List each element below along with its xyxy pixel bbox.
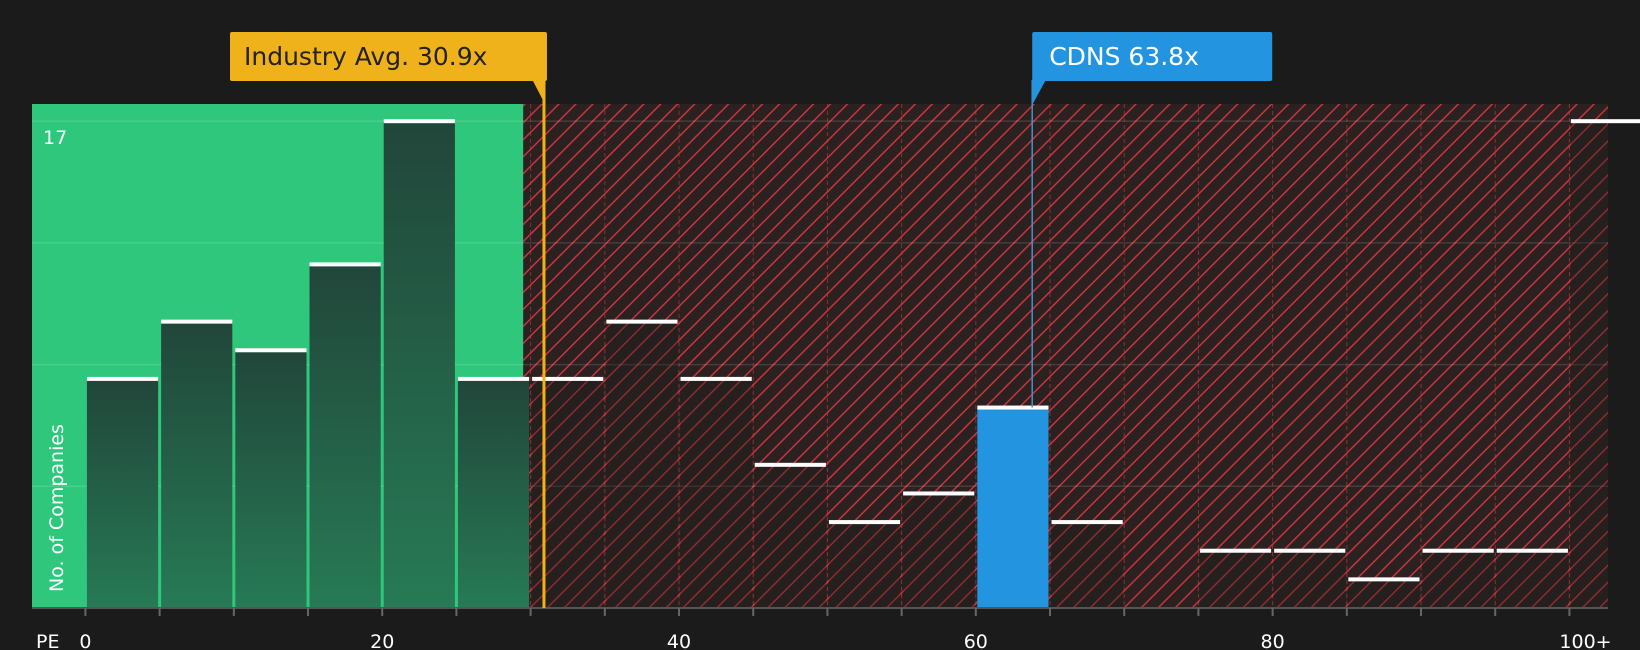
bar-top-cap [309, 262, 381, 267]
histogram-bar [235, 350, 307, 608]
histogram-bar [1274, 550, 1346, 608]
histogram-bar [828, 522, 901, 608]
bar-top-cap [1274, 548, 1346, 553]
company-pe-label: CDNS 63.8x [1049, 42, 1199, 71]
histogram-bar [606, 321, 678, 608]
x-tick-label: 80 [1261, 631, 1285, 650]
histogram-bar [457, 378, 530, 608]
bar-top-cap [86, 376, 159, 381]
x-axis-label: PE [36, 631, 59, 650]
histogram-bar [754, 464, 826, 608]
bar-top-cap [1422, 548, 1494, 553]
histogram-bar [1422, 550, 1494, 608]
company-bin-bar [977, 407, 1049, 608]
bar-top-cap [903, 491, 975, 496]
x-tick-label: 40 [667, 631, 691, 650]
industry-avg-label: Industry Avg. 30.9x [244, 42, 487, 71]
bar-top-cap [1348, 577, 1420, 582]
x-axis-ticks: 0 20 40 60 80 100+ [79, 608, 1612, 650]
x-tick-label: 60 [964, 631, 988, 650]
y-axis-label: No. of Companies [46, 424, 68, 592]
histogram-bar [161, 321, 233, 608]
company-pe-callout: CDNS 63.8x [1032, 32, 1273, 105]
x-tick-label: 20 [370, 631, 394, 650]
x-tick-label: 0 [79, 631, 91, 650]
histogram-bar [680, 378, 752, 608]
x-tick-label: 100+ [1559, 631, 1611, 650]
pe-distribution-chart: 0 20 40 60 80 100+ 17 No. of Companies PE Ind… [32, 32, 1640, 650]
histogram-bar [86, 378, 159, 608]
bar-top-cap [754, 462, 826, 467]
industry-avg-callout: Industry Avg. 30.9x [230, 32, 547, 105]
bar-top-cap [1496, 548, 1568, 553]
bar-top-cap [977, 405, 1049, 410]
histogram-bar [383, 121, 455, 608]
bar-top-cap [1570, 119, 1640, 124]
y-max-label: 17 [43, 127, 67, 149]
bar-top-cap [828, 520, 901, 525]
histogram-bar [1570, 121, 1640, 608]
histogram-bar [1348, 579, 1420, 608]
bar-top-cap [606, 319, 678, 324]
bar-top-cap [1199, 548, 1272, 553]
histogram-bar [1496, 550, 1568, 608]
bar-top-cap [680, 376, 752, 381]
bar-top-cap [235, 348, 307, 353]
histogram-bar [309, 264, 381, 608]
histogram-bar [1051, 522, 1123, 608]
histogram-bar [903, 493, 975, 608]
bar-top-cap [383, 119, 455, 124]
bar-top-cap [457, 376, 530, 381]
bar-top-cap [1051, 520, 1123, 525]
bar-top-cap [161, 319, 233, 324]
histogram-bar [1199, 550, 1272, 608]
